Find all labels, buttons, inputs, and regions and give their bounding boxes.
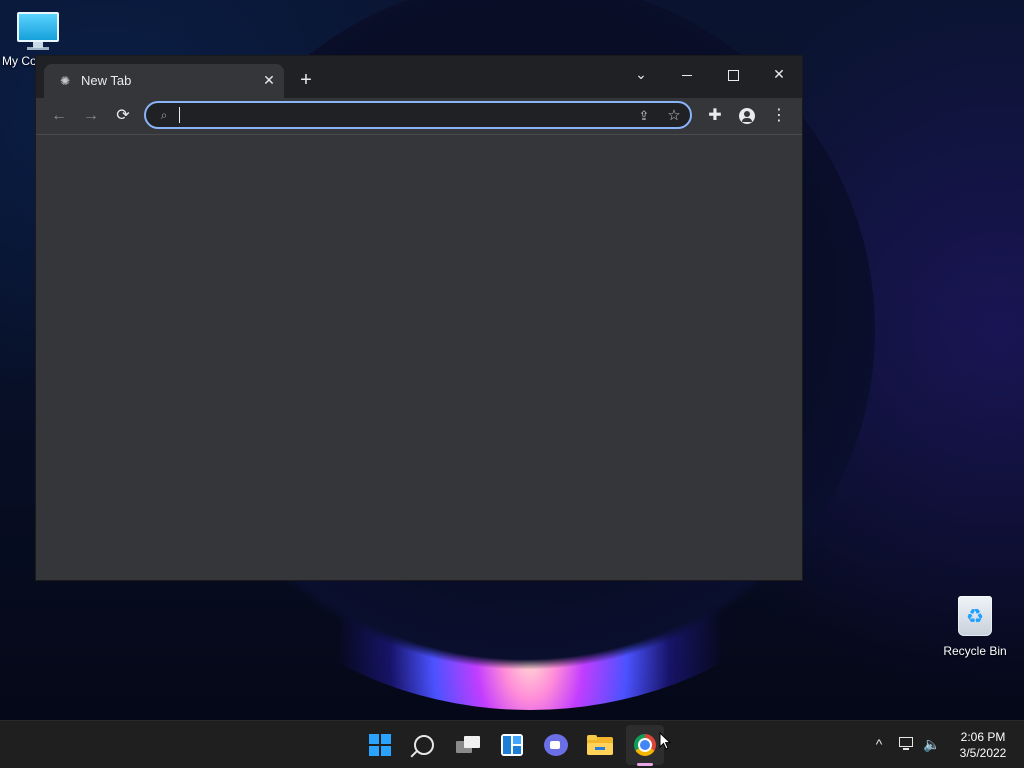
share-icon[interactable]: ⇪ [634,106,654,126]
minimize-icon [682,74,692,76]
taskbar-search-button[interactable] [408,729,440,761]
desktop-icon-recycle-bin[interactable]: ♻ Recycle Bin [940,596,1010,658]
chevron-down-icon: ⌄ [635,66,647,82]
address-input[interactable] [178,106,618,124]
close-icon: ✕ [773,66,785,82]
tab-close-icon[interactable]: ✕ [260,71,278,89]
clock-date: 3/5/2022 [959,746,1007,760]
forward-button[interactable]: → [79,104,103,128]
browser-window: ✺ New Tab ✕ + ⌄ ✕ ← → ⟳ ⌕ ⇪ ☆ ✚ ⋮ [36,56,802,580]
volume-icon[interactable]: 🔈 [921,735,943,753]
tab-search-button[interactable]: ⌄ [618,60,664,88]
search-icon [414,735,434,755]
reload-button[interactable]: ⟳ [111,104,135,128]
chrome-menu-button[interactable]: ⋮ [767,104,791,128]
clock-time: 2:06 PM [960,730,1006,744]
taskbar-chat-button[interactable] [540,729,572,761]
tab-new-tab[interactable]: ✺ New Tab ✕ [44,64,284,98]
chrome-icon [634,734,656,756]
new-tab-button[interactable]: + [294,68,318,92]
running-indicator [637,763,653,766]
network-icon[interactable] [897,735,917,753]
extensions-button[interactable]: ✚ [703,104,727,128]
show-hidden-icons-button[interactable]: ^ [870,735,888,753]
puzzle-icon: ✚ [708,107,722,124]
taskbar-start-button[interactable] [364,729,396,761]
avatar-icon [739,107,755,124]
taskbar-file-explorer-button[interactable] [584,729,616,761]
windows-start-icon [369,734,391,756]
taskbar-task-view-button[interactable] [452,729,484,761]
taskbar-clock[interactable]: 2:06 PM 3/5/2022 [948,729,1018,761]
maximize-icon [727,69,739,81]
page-content[interactable] [36,135,802,580]
text-caret [179,107,180,123]
profile-button[interactable] [735,104,759,128]
browser-titlebar[interactable]: ✺ New Tab ✕ + ⌄ ✕ [36,56,802,98]
back-button[interactable]: ← [47,104,71,128]
tab-title: New Tab [81,73,132,88]
widgets-icon [501,734,523,756]
cursor-arrow-icon [659,732,671,750]
maximize-button[interactable] [710,60,756,88]
teams-chat-icon [544,734,568,756]
computer-icon [17,12,59,50]
recycle-bin-icon: ♻ [958,596,992,636]
bookmark-star-icon[interactable]: ☆ [664,106,684,126]
address-bar[interactable]: ⌕ ⇪ ☆ [144,101,692,129]
browser-toolbar: ← → ⟳ ⌕ ⇪ ☆ ✚ ⋮ [36,98,802,135]
minimize-button[interactable] [664,60,710,88]
search-icon: ⌕ [160,108,168,122]
folder-icon [587,735,613,755]
taskbar-widgets-button[interactable] [496,729,528,761]
taskbar-chrome-button[interactable] [629,729,661,761]
desktop-icon-label: Recycle Bin [943,644,1007,658]
close-window-button[interactable]: ✕ [756,60,802,88]
task-view-icon [456,736,480,754]
chrome-favicon-icon: ✺ [59,74,71,88]
taskbar: ^ 🔈 2:06 PM 3/5/2022 [0,720,1024,768]
